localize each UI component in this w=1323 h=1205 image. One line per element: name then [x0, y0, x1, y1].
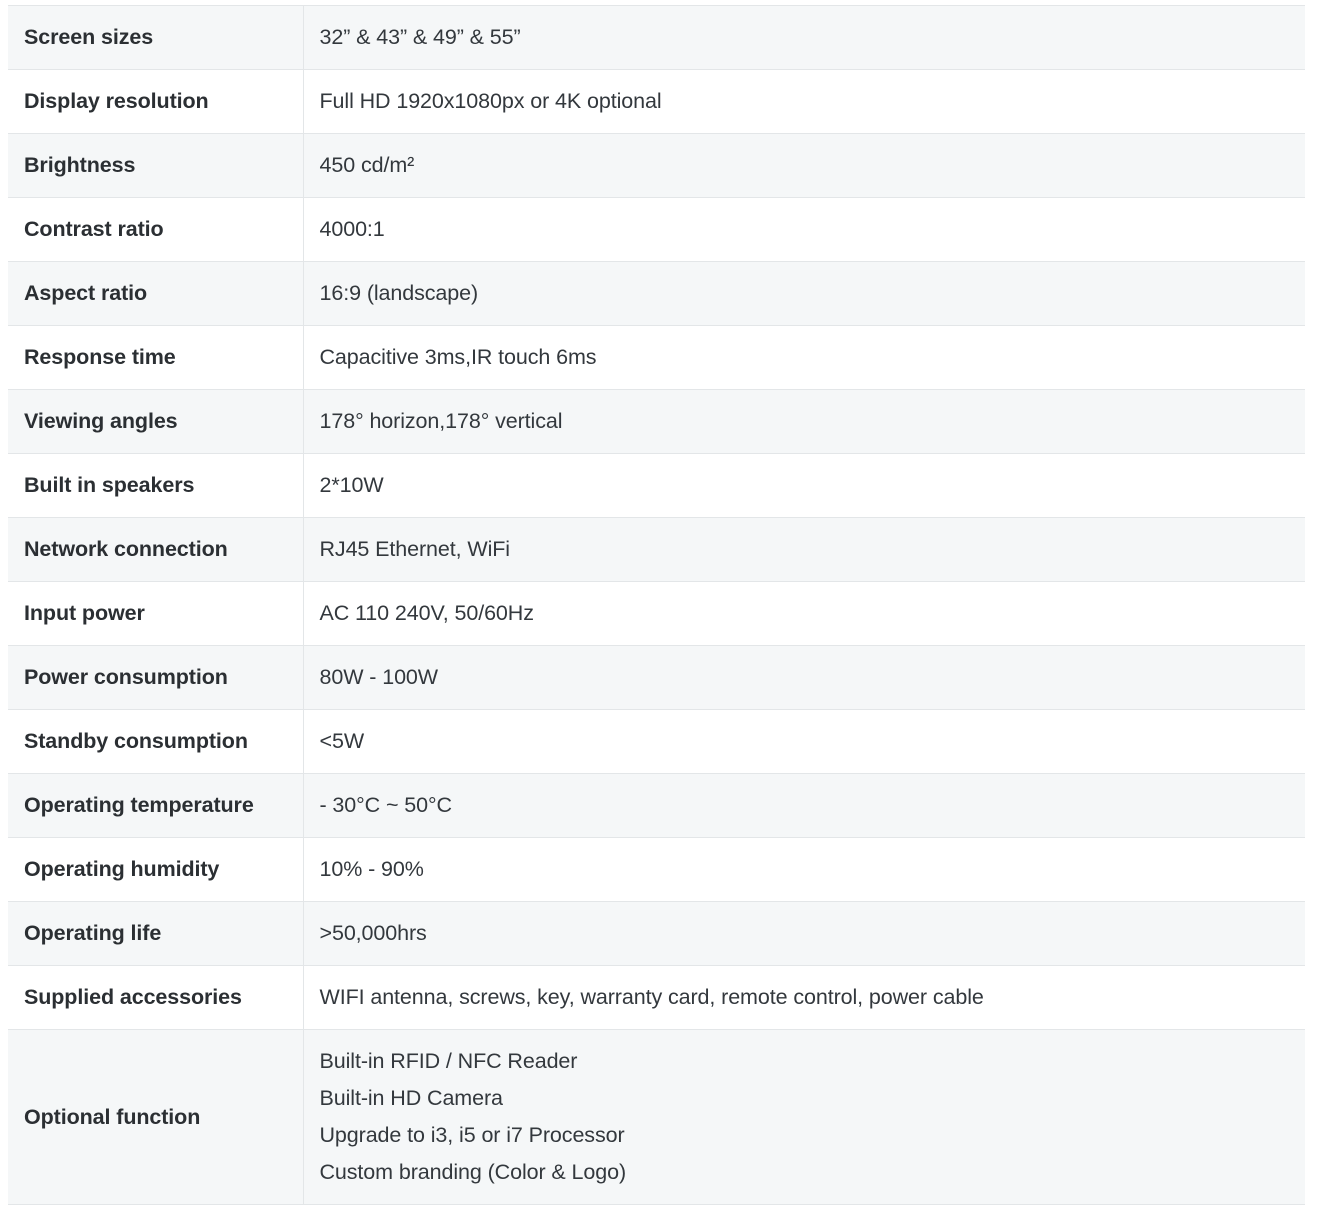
spec-row: Display resolution Full HD 1920x1080px or… [8, 70, 1305, 134]
spec-row: Optional functionBuilt-in RFID / NFC Rea… [8, 1030, 1305, 1205]
spec-value-cell: 2*10W [303, 454, 1305, 518]
spec-value-line: RJ45 Ethernet, WiFi [320, 531, 1292, 568]
spec-value-cell: 4000:1 [303, 198, 1305, 262]
spec-row: Network connection RJ45 Ethernet, WiFi [8, 518, 1305, 582]
spec-value-cell: 450 cd/m² [303, 134, 1305, 198]
spec-row: Supplied accessories WIFI antenna, screws… [8, 966, 1305, 1030]
spec-value-line: 178° horizon,178° vertical [320, 403, 1292, 440]
spec-value-line: Custom branding (Color & Logo) [320, 1154, 1292, 1191]
spec-value-cell: 32” & 43” & 49” & 55” [303, 6, 1305, 70]
spec-value-line: AC 110 240V, 50/60Hz [320, 595, 1292, 632]
spec-value-cell: 178° horizon,178° vertical [303, 390, 1305, 454]
spec-row: Response time Capacitive 3ms,IR touch 6ms [8, 326, 1305, 390]
spec-label-cell: Standby consumption [8, 710, 303, 774]
spec-row: Brightness 450 cd/m² [8, 134, 1305, 198]
spec-value-line: 80W - 100W [320, 659, 1292, 696]
spec-row: Input power AC 110 240V, 50/60Hz [8, 582, 1305, 646]
spec-value-cell: 16:9 (landscape) [303, 262, 1305, 326]
spec-label-cell: Supplied accessories [8, 966, 303, 1030]
spec-label-cell: Power consumption [8, 646, 303, 710]
spec-label-cell: Aspect ratio [8, 262, 303, 326]
specification-table-container: Screen sizes 32” & 43” & 49” & 55” Display… [0, 0, 1323, 1205]
spec-row: Screen sizes 32” & 43” & 49” & 55” [8, 6, 1305, 70]
spec-row: Operating humidity 10% - 90% [8, 838, 1305, 902]
spec-value-cell: Built-in RFID / NFC ReaderBuilt-in HD Ca… [303, 1030, 1305, 1205]
spec-value-cell: >50,000hrs [303, 902, 1305, 966]
spec-row: Built in speakers 2*10W [8, 454, 1305, 518]
spec-label-cell: Brightness [8, 134, 303, 198]
spec-value-line: Full HD 1920x1080px or 4K optional [320, 83, 1292, 120]
spec-label-cell: Display resolution [8, 70, 303, 134]
spec-value-cell: 80W - 100W [303, 646, 1305, 710]
spec-label-cell: Contrast ratio [8, 198, 303, 262]
specification-table-body: Screen sizes 32” & 43” & 49” & 55” Display… [8, 6, 1305, 1205]
spec-value-line: 16:9 (landscape) [320, 275, 1292, 312]
spec-value-cell: Full HD 1920x1080px or 4K optional [303, 70, 1305, 134]
spec-value-line: Upgrade to i3, i5 or i7 Processor [320, 1117, 1292, 1154]
spec-label-cell: Operating life [8, 902, 303, 966]
spec-label-cell: Operating humidity [8, 838, 303, 902]
spec-value-cell: <5W [303, 710, 1305, 774]
spec-value-line: Built-in HD Camera [320, 1080, 1292, 1117]
spec-label-cell: Network connection [8, 518, 303, 582]
spec-value-line: 450 cd/m² [320, 147, 1292, 184]
spec-row: Power consumption 80W - 100W [8, 646, 1305, 710]
spec-value-line: <5W [320, 723, 1292, 760]
spec-row: Viewing angles 178° horizon,178° vertical [8, 390, 1305, 454]
spec-value-cell: RJ45 Ethernet, WiFi [303, 518, 1305, 582]
spec-value-cell: - 30°C ~ 50°C [303, 774, 1305, 838]
spec-value-line: >50,000hrs [320, 915, 1292, 952]
specification-table: Screen sizes 32” & 43” & 49” & 55” Display… [8, 5, 1305, 1205]
spec-value-cell: AC 110 240V, 50/60Hz [303, 582, 1305, 646]
spec-label-cell: Optional function [8, 1030, 303, 1205]
spec-value-line: Capacitive 3ms,IR touch 6ms [320, 339, 1292, 376]
spec-value-cell: WIFI antenna, screws, key, warranty card… [303, 966, 1305, 1030]
spec-label-cell: Screen sizes [8, 6, 303, 70]
spec-value-line: 10% - 90% [320, 851, 1292, 888]
spec-row: Contrast ratio 4000:1 [8, 198, 1305, 262]
spec-value-line: 2*10W [320, 467, 1292, 504]
spec-value-cell: Capacitive 3ms,IR touch 6ms [303, 326, 1305, 390]
spec-label-cell: Input power [8, 582, 303, 646]
spec-value-line: 4000:1 [320, 211, 1292, 248]
spec-row: Standby consumption <5W [8, 710, 1305, 774]
spec-label-cell: Response time [8, 326, 303, 390]
spec-label-cell: Viewing angles [8, 390, 303, 454]
spec-value-line: WIFI antenna, screws, key, warranty card… [320, 979, 1292, 1016]
spec-value-line: - 30°C ~ 50°C [320, 787, 1292, 824]
spec-value-line: Built-in RFID / NFC Reader [320, 1043, 1292, 1080]
spec-label-cell: Built in speakers [8, 454, 303, 518]
spec-label-cell: Operating temperature [8, 774, 303, 838]
spec-row: Operating life >50,000hrs [8, 902, 1305, 966]
spec-value-line: 32” & 43” & 49” & 55” [320, 19, 1292, 56]
spec-value-cell: 10% - 90% [303, 838, 1305, 902]
spec-row: Operating temperature - 30°C ~ 50°C [8, 774, 1305, 838]
spec-row: Aspect ratio 16:9 (landscape) [8, 262, 1305, 326]
